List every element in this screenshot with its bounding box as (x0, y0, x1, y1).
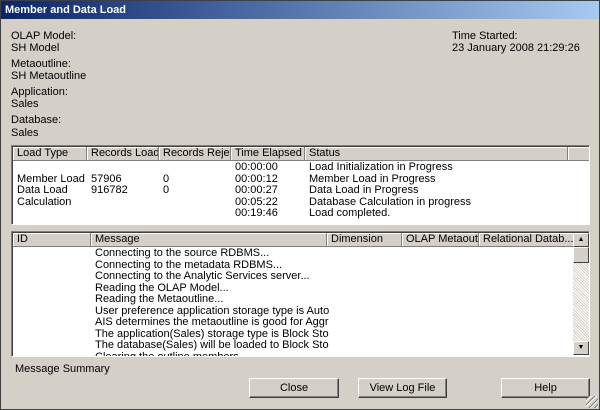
status-row-cell: 57906 (91, 173, 122, 185)
column-load-type[interactable]: Load Type (13, 147, 87, 161)
load-status-header: Load Type Records Loaded Records Rejec..… (13, 147, 589, 161)
message-row-cell: Connecting to the Analytic Services serv… (95, 271, 310, 282)
status-row-cell: 00:05:22 (235, 196, 278, 208)
message-summary-label: Message Summary (15, 363, 110, 375)
message-row-cell: Clearing the outline members... (95, 352, 329, 357)
message-row-cell: The application(Sales) storage type is B… (95, 328, 329, 340)
column-records-rejected[interactable]: Records Rejec... (159, 147, 231, 161)
message-row-cell: The database(Sales) will be loaded to Bl… (95, 340, 329, 351)
status-row-cell: 00:00:00 (235, 162, 278, 173)
scroll-up-arrow-icon[interactable]: ▲ (573, 233, 589, 247)
resize-grip-icon[interactable] (586, 396, 598, 408)
metaoutline-value: SH Metaoutline (11, 70, 87, 82)
column-records-loaded[interactable]: Records Loaded (87, 147, 159, 161)
status-row-cell: 00:19:46 (235, 208, 278, 219)
column-status[interactable]: Status (305, 147, 568, 161)
status-row-cell: 00:00:12 (235, 173, 278, 185)
message-header: ID Message Dimension OLAP Metaoutl... Re… (13, 233, 574, 247)
status-row-cell: 0 (163, 173, 170, 185)
application-label: Application: (11, 86, 68, 98)
message-row-cell: Reading the OLAP Model... (95, 282, 229, 294)
database-label: Database: (11, 114, 62, 126)
status-row-cell: Database Calculation in progress (309, 196, 472, 208)
status-row-cell: Member Load (17, 173, 85, 185)
help-button[interactable]: Help (501, 378, 590, 398)
column-relational-database[interactable]: Relational Datab... (479, 233, 574, 247)
message-row-cell: AIS determines the metaoutline is good f… (95, 317, 329, 328)
close-button[interactable]: Close (249, 378, 339, 398)
column-time-elapsed[interactable]: Time Elapsed (231, 147, 305, 161)
olap-model-value: SH Model (11, 42, 60, 54)
window-title: Member and Data Load (1, 1, 599, 19)
message-row-cell: Connecting to the metadata RDBMS... (95, 259, 283, 271)
application-value: Sales (11, 98, 39, 110)
status-row-cell: 916782 (91, 185, 128, 196)
status-row-cell: Data Load in Progress (309, 185, 419, 196)
scrollbar-thumb[interactable] (573, 247, 589, 263)
status-row-cell: Member Load in Progress (309, 173, 436, 185)
column-olap-metaoutline[interactable]: OLAP Metaoutl... (402, 233, 479, 247)
message-row-cell: Connecting to the source RDBMS... (95, 248, 270, 259)
message-row-cell: User preference application storage type… (95, 305, 329, 317)
message-scrollbar[interactable]: ▲ ▼ (573, 233, 589, 355)
status-row-cell: Load Initialization in Progress (309, 162, 453, 173)
status-row-cell: Calculation (17, 196, 72, 208)
member-data-load-window: Member and Data Load OLAP Model: SH Mode… (0, 0, 600, 410)
column-id[interactable]: ID (13, 233, 91, 247)
load-status-table[interactable]: Load Type Records Loaded Records Rejec..… (11, 145, 590, 225)
metaoutline-label: Metaoutline: (11, 58, 71, 70)
message-row-cell: Reading the Metaoutline... (95, 294, 224, 305)
column-filler (568, 147, 589, 161)
status-row-cell: 00:00:27 (235, 185, 278, 196)
message-table[interactable]: ID Message Dimension OLAP Metaoutl... Re… (11, 231, 590, 357)
time-started-value: 23 January 2008 21:29:26 (452, 42, 580, 54)
scroll-down-arrow-icon[interactable]: ▼ (573, 341, 589, 355)
status-row-cell: Data Load (17, 185, 68, 196)
status-row-cell: 0 (163, 185, 170, 196)
olap-model-label: OLAP Model: (11, 30, 77, 42)
column-message[interactable]: Message (91, 233, 327, 247)
column-dimension[interactable]: Dimension (327, 233, 402, 247)
view-log-file-button[interactable]: View Log File (358, 378, 447, 398)
time-started-label: Time Started: (452, 30, 518, 42)
database-value: Sales (11, 127, 39, 139)
status-row-cell: Load completed. (309, 208, 391, 219)
